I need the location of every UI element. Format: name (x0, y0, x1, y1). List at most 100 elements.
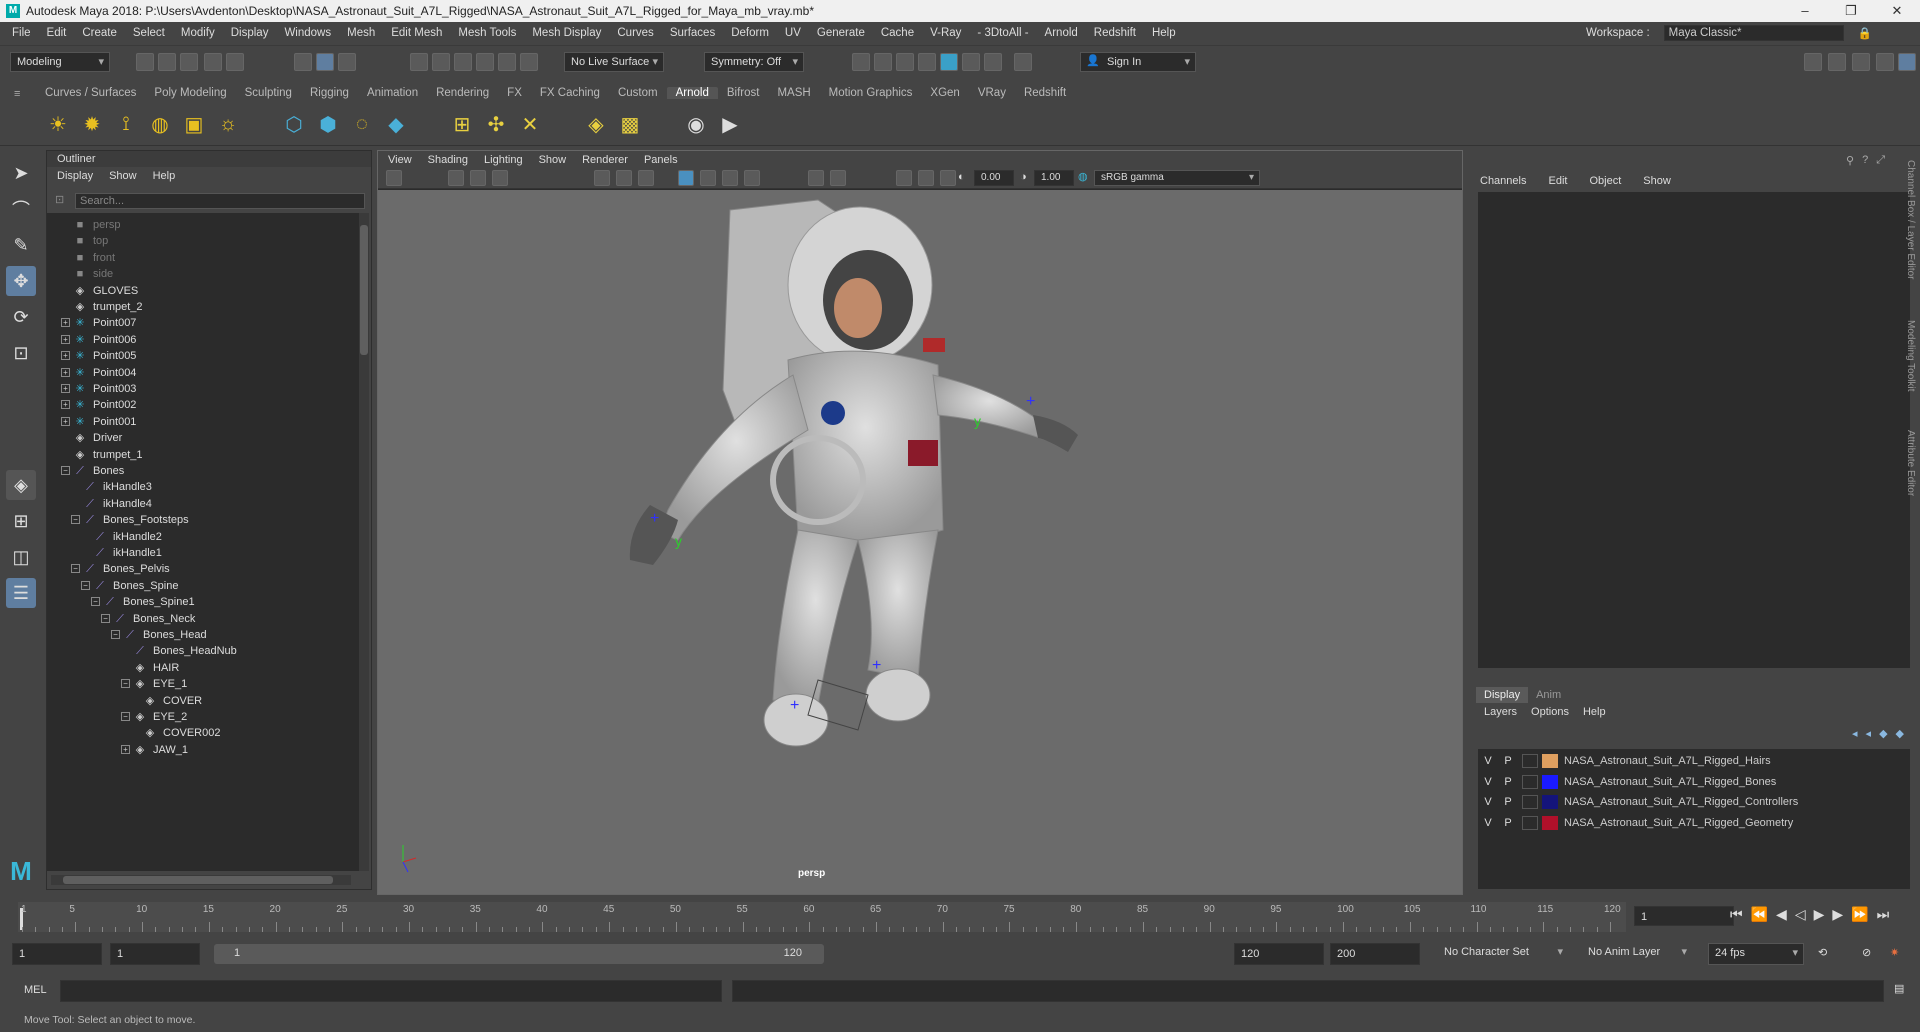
image-plane-icon[interactable] (492, 170, 508, 186)
expand-toggle-icon[interactable]: − (61, 466, 70, 475)
shelf-tab-sculpting[interactable]: Sculpting (236, 87, 301, 99)
channel-box-menu-channels[interactable]: Channels (1480, 175, 1526, 187)
loop-icon[interactable]: ⟲ (1818, 946, 1827, 959)
select-hierarchy-icon[interactable] (294, 53, 312, 71)
shelf-tab-redshift[interactable]: Redshift (1015, 87, 1075, 99)
live-surface-field[interactable]: No Live Surface (564, 52, 664, 72)
camera-select-icon[interactable] (386, 170, 402, 186)
smooth-shade-icon[interactable] (700, 170, 716, 186)
layer-playback-toggle[interactable]: P (1498, 817, 1518, 829)
scale-tool-icon[interactable]: ⊡ (6, 338, 36, 368)
photometric-light-icon[interactable]: ⟟ (112, 110, 140, 138)
layer-type-toggle[interactable] (1522, 815, 1538, 830)
render-sequence-icon[interactable]: ▶ (716, 110, 744, 138)
vray-ipr-icon[interactable] (984, 53, 1002, 71)
menu-arnold[interactable]: Arnold (1037, 27, 1086, 39)
layer-visibility-toggle[interactable]: V (1478, 817, 1498, 829)
go-to-end-icon[interactable]: ⏭ (1877, 906, 1890, 923)
expand-toggle-icon[interactable]: − (81, 580, 90, 590)
expand-toggle-icon[interactable]: − (71, 564, 80, 574)
xray-icon[interactable] (918, 170, 934, 186)
fps-dropdown[interactable]: 24 fps (1708, 943, 1804, 965)
colorspace-dropdown[interactable]: sRGB gamma (1094, 170, 1260, 186)
layer-menu-options[interactable]: Options (1531, 706, 1569, 718)
menu-redshift[interactable]: Redshift (1086, 27, 1144, 39)
outliner-hscrollbar[interactable] (51, 875, 351, 885)
shelf-tab-poly-modeling[interactable]: Poly Modeling (145, 87, 235, 99)
pause-render-icon[interactable] (1014, 53, 1032, 71)
channel-box-toggle-icon[interactable] (1876, 53, 1894, 71)
lasso-tool-icon[interactable]: ⌒ (6, 194, 36, 224)
channel-box-float-icon[interactable]: ⤢ (1876, 154, 1885, 167)
channel-box-menu-show[interactable]: Show (1643, 175, 1671, 187)
snap-surface-icon[interactable] (498, 53, 516, 71)
shelf-tab-curves-surfaces[interactable]: Curves / Surfaces (36, 87, 145, 99)
film-gate-icon[interactable] (616, 170, 632, 186)
exposure-field[interactable]: 0.00 (974, 170, 1014, 186)
hypershade-icon[interactable] (940, 53, 958, 71)
menu-generate[interactable]: Generate (809, 27, 873, 39)
layer-row[interactable]: V P NASA_Astronaut_Suit_A7L_Rigged_Hairs (1478, 751, 1910, 771)
astronaut-model[interactable]: y y + + + + (378, 190, 1462, 894)
expand-toggle-icon[interactable]: + (121, 744, 130, 754)
outliner-menu-help[interactable]: Help (153, 170, 176, 182)
render-frame-icon[interactable] (874, 53, 892, 71)
menu-file[interactable]: File (4, 27, 39, 39)
layer-menu-help[interactable]: Help (1583, 706, 1606, 718)
expand-toggle-icon[interactable]: − (121, 679, 130, 689)
new-layer-selected-icon[interactable]: ◆ (1896, 727, 1904, 740)
menu-mesh[interactable]: Mesh (339, 27, 383, 39)
shelf-tab-vray[interactable]: VRay (969, 87, 1015, 99)
paint-select-icon[interactable]: ✎ (6, 230, 36, 260)
character-set-dropdown[interactable]: No Character Set (1438, 943, 1568, 965)
shelf-tab-motion-graphics[interactable]: Motion Graphics (820, 87, 922, 99)
move-layer-down-icon[interactable]: ◂ (1866, 727, 1872, 740)
about-icon[interactable]: ▩ (616, 110, 644, 138)
script-editor-icon[interactable]: ▤ (1894, 982, 1904, 995)
layer-tab-display[interactable]: Display (1476, 687, 1529, 703)
four-view-layout-icon[interactable]: ⊞ (6, 506, 36, 536)
tool-settings-icon[interactable] (1852, 53, 1870, 71)
flush-cache-icon[interactable]: ✕ (516, 110, 544, 138)
play-forward-icon[interactable]: ▶ (1814, 906, 1825, 923)
shelf-tab-rendering[interactable]: Rendering (427, 87, 498, 99)
isolate-select-icon[interactable] (896, 170, 912, 186)
expand-toggle-icon[interactable]: + (61, 318, 70, 328)
shelf-tab-bifrost[interactable]: Bifrost (718, 87, 769, 99)
layer-visibility-toggle[interactable]: V (1478, 796, 1498, 808)
go-to-start-icon[interactable]: ⏮ (1730, 906, 1743, 923)
attribute-editor-icon[interactable] (1828, 53, 1846, 71)
expand-toggle-icon[interactable]: + (61, 416, 70, 426)
viewport-menu-renderer[interactable]: Renderer (582, 154, 628, 166)
step-forward-frame-icon[interactable]: ▶ (1832, 906, 1843, 923)
menu-surfaces[interactable]: Surfaces (662, 27, 723, 39)
menu-set-dropdown[interactable]: Modeling (10, 52, 110, 72)
side-tab-channel-box[interactable]: Channel Box / Layer Editor (1905, 160, 1916, 280)
bookmark-icon[interactable] (470, 170, 486, 186)
lock-icon[interactable]: 🔒 (1850, 26, 1880, 40)
single-perspective-layout-icon[interactable]: ◈ (6, 470, 36, 500)
layer-color-swatch[interactable] (1542, 795, 1558, 809)
current-frame-field[interactable]: 1 (1634, 906, 1734, 926)
expand-toggle-icon[interactable]: − (111, 630, 120, 639)
mel-input[interactable] (60, 980, 722, 1002)
workspace-dropdown[interactable]: Maya Classic* (1663, 25, 1844, 41)
snap-point-icon[interactable] (454, 53, 472, 71)
minimize-icon[interactable]: – (1782, 0, 1828, 22)
outliner-scrollbar[interactable] (359, 213, 369, 871)
layer-row[interactable]: V P NASA_Astronaut_Suit_A7L_Rigged_Bones (1478, 772, 1910, 792)
outliner-scroll-thumb[interactable] (360, 225, 368, 355)
animation-start-field[interactable]: 1 (12, 943, 102, 965)
anim-layer-dropdown[interactable]: No Anim Layer (1582, 943, 1692, 965)
shelf-tab-mash[interactable]: MASH (768, 87, 819, 99)
menu-help[interactable]: Help (1144, 27, 1184, 39)
layer-color-swatch[interactable] (1542, 774, 1558, 789)
redo-icon[interactable] (226, 53, 244, 71)
light-portal-icon[interactable]: ▣ (180, 110, 208, 138)
rotate-tool-icon[interactable]: ⟳ (6, 302, 36, 332)
new-layer-icon[interactable]: ◆ (1879, 727, 1887, 740)
play-backward-icon[interactable]: ◁ (1795, 906, 1806, 923)
mesh-light-icon[interactable]: ✹ (78, 110, 106, 138)
save-scene-icon[interactable] (180, 53, 198, 71)
grid-toggle-icon[interactable] (594, 170, 610, 186)
